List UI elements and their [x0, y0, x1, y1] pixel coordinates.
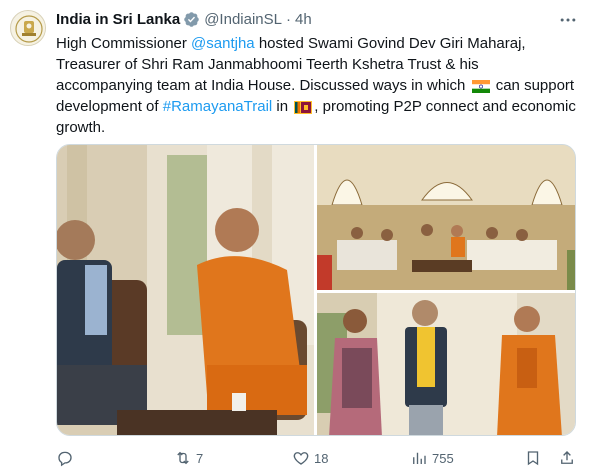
tweet-text: High Commissioner @santjha hosted Swami …: [56, 33, 576, 138]
display-name[interactable]: India in Sri Lanka: [56, 11, 180, 28]
photo-meeting-seated[interactable]: [57, 145, 314, 435]
verified-badge-icon[interactable]: [183, 11, 200, 28]
media-grid: [56, 144, 576, 436]
bookmark-button[interactable]: [524, 449, 542, 467]
reply-icon: [58, 451, 72, 467]
user-handle[interactable]: @IndiainSL: [204, 11, 282, 28]
share-icon: [561, 451, 573, 464]
separator-dot: ·: [285, 10, 291, 28]
tweet-text-part-1: High Commissioner: [56, 35, 192, 52]
bookmark-icon: [527, 451, 539, 466]
repost-count: 7: [196, 450, 204, 466]
heart-icon: [293, 452, 309, 465]
reply-button[interactable]: [56, 449, 78, 467]
india-flag-icon: [471, 80, 490, 93]
photo-hall-gathering[interactable]: [317, 145, 575, 290]
photo-standing-group[interactable]: [317, 293, 575, 435]
tweet[interactable]: India in Sri Lanka @IndiainSL · 4h High …: [0, 0, 592, 471]
avatar[interactable]: [10, 10, 46, 46]
mention-link[interactable]: @santjha: [191, 35, 255, 52]
views-button[interactable]: 755: [410, 449, 454, 467]
share-button[interactable]: [558, 449, 576, 467]
emblem-icon: [12, 12, 45, 45]
like-button[interactable]: 18: [292, 449, 328, 467]
views-chart-icon: [413, 452, 426, 464]
repost-icon: [177, 451, 189, 465]
repost-button[interactable]: 7: [174, 449, 203, 467]
tweet-text-part-4: in: [272, 98, 293, 115]
timestamp[interactable]: 4h: [295, 11, 312, 28]
tweet-actions: 7 18 755: [48, 446, 578, 470]
sri-lanka-flag-icon: [294, 101, 313, 114]
hashtag-link[interactable]: #RamayanaTrail: [163, 98, 273, 115]
like-count: 18: [314, 450, 329, 466]
more-options-icon[interactable]: [558, 10, 578, 30]
tweet-header: India in Sri Lanka @IndiainSL · 4h: [56, 9, 312, 29]
view-count: 755: [432, 450, 454, 466]
